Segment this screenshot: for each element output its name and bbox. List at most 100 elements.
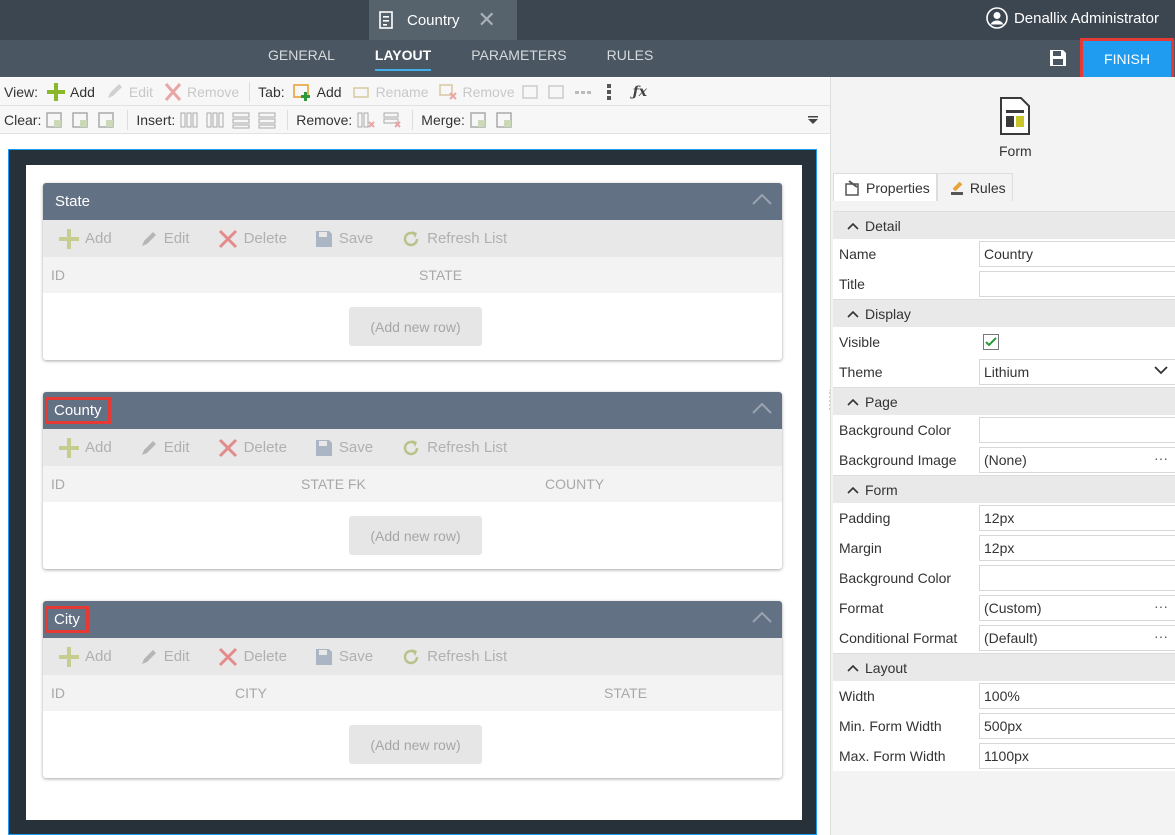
panel-header[interactable]: County [43,392,782,429]
save-button[interactable]: Save [309,230,373,248]
ellipsis-icon[interactable]: ··· [1154,450,1168,466]
section-display[interactable]: Display [833,299,1175,327]
tab-properties[interactable]: Properties [833,173,937,201]
save-button[interactable]: Save [309,648,373,666]
section-layout[interactable]: Layout [833,653,1175,681]
ellipsis-icon[interactable]: ··· [1154,598,1168,614]
clear-cell-icon[interactable] [45,111,65,129]
add-button[interactable]: Add [53,228,112,249]
collapse-icon[interactable] [752,402,772,414]
add-new-row-button[interactable]: (Add new row) [349,725,482,764]
view-panel-state[interactable]: State Add Edit Delete Save Refresh List … [43,183,782,360]
padding-field[interactable]: 12px [979,505,1175,531]
column-header[interactable]: COUNTY [545,476,604,492]
save-button[interactable]: Save [309,439,373,457]
view-remove-button[interactable]: Remove [159,82,239,101]
margin-field[interactable]: 12px [979,535,1175,561]
delete-button[interactable]: Delete [212,647,287,667]
view-panel-city[interactable]: City Add Edit Delete Save Refresh List I… [43,601,782,778]
tab-layout[interactable]: LAYOUT [374,40,432,77]
user-menu[interactable]: Denallix Administrator [980,7,1159,29]
chevron-up-icon [847,310,859,318]
delete-button[interactable]: Delete [212,438,287,458]
page-background-color-field[interactable] [979,417,1175,443]
finish-button[interactable]: FINISH [1080,38,1174,80]
plus-icon [59,228,79,249]
max-form-width-field[interactable]: 1100px [979,743,1175,769]
section-form[interactable]: Form [833,475,1175,503]
title-bar: Country ✕ Denallix Administrator [0,0,1175,40]
clear-table-icon[interactable] [97,111,117,129]
add-new-row-button[interactable]: (Add new row) [349,516,482,555]
name-field[interactable]: Country [979,241,1175,267]
add-new-row-button[interactable]: (Add new row) [349,307,482,346]
close-icon[interactable]: ✕ [478,9,496,31]
view-edit-button[interactable]: Edit [101,83,153,101]
property-label: Background Image [839,452,957,468]
panel-header[interactable]: City [43,601,782,638]
column-header[interactable]: CITY [235,685,267,701]
save-icon[interactable] [1048,48,1068,68]
refresh-list-button[interactable]: Refresh List [395,647,507,667]
background-image-value: (None) [984,452,1027,468]
remove-column-icon[interactable] [356,111,376,129]
tab-parameters[interactable]: PARAMETERS [471,40,566,77]
more-icon[interactable] [573,83,593,101]
insert-row-above-icon[interactable] [231,111,251,129]
view-add-button[interactable]: Add [42,82,95,101]
insert-column-left-icon[interactable] [179,111,199,129]
refresh-list-button[interactable]: Refresh List [395,438,507,458]
section-detail[interactable]: Detail [833,211,1175,239]
move-tab-left-icon[interactable] [521,83,541,101]
remove-row-icon[interactable] [382,111,402,129]
column-header[interactable]: ID [51,267,65,283]
property-label: Min. Form Width [839,718,942,734]
section-page[interactable]: Page [833,387,1175,415]
edit-button[interactable]: Edit [134,439,190,457]
expression-fx-icon[interactable]: ƒx [633,84,647,100]
kebab-icon[interactable] [599,83,619,101]
property-label: Conditional Format [839,630,958,646]
column-header[interactable]: STATE [604,685,647,701]
background-image-field[interactable]: (None) ··· [979,447,1175,473]
move-tab-right-icon[interactable] [547,83,567,101]
width-field[interactable]: 100% [979,683,1175,709]
form-background-color-field[interactable] [979,565,1175,591]
merge-right-icon[interactable] [469,111,489,129]
column-header[interactable]: STATE FK [301,476,366,492]
tab-label: Tab: [258,83,285,100]
refresh-list-button[interactable]: Refresh List [395,229,507,249]
column-header[interactable]: STATE [419,267,462,283]
tab-add-button[interactable]: Add [289,83,342,101]
title-field[interactable] [979,271,1175,297]
edit-button[interactable]: Edit [134,230,190,248]
tab-general[interactable]: GENERAL [268,40,335,77]
add-button[interactable]: Add [53,437,112,458]
merge-down-icon[interactable] [495,111,515,129]
column-header[interactable]: ID [51,476,65,492]
tab-rules-side[interactable]: Rules [936,173,1013,201]
conditional-format-field[interactable]: (Default) ··· [979,625,1175,651]
tab-rules[interactable]: RULES [607,40,654,77]
theme-select[interactable]: Lithium [979,359,1175,385]
tab-remove-button[interactable]: Remove [434,83,515,101]
collapse-icon[interactable] [752,193,772,205]
panel-header[interactable]: State [43,183,782,220]
min-form-width-field[interactable]: 500px [979,713,1175,739]
insert-row-below-icon[interactable] [257,111,277,129]
add-button[interactable]: Add [53,646,112,667]
toolbar-overflow-icon[interactable] [808,115,818,124]
column-header[interactable]: ID [51,685,65,701]
clear-row-icon[interactable] [71,111,91,129]
insert-column-right-icon[interactable] [205,111,225,129]
delete-button[interactable]: Delete [212,229,287,249]
collapse-icon[interactable] [752,611,772,623]
property-row: Background Image (None) ··· [833,445,1175,475]
document-tab[interactable]: Country ✕ [369,0,517,40]
view-panel-county[interactable]: County Add Edit Delete Save Refresh List… [43,392,782,569]
format-field[interactable]: (Custom) ··· [979,595,1175,621]
edit-button[interactable]: Edit [134,648,190,666]
ellipsis-icon[interactable]: ··· [1154,628,1168,644]
visible-checkbox[interactable] [983,334,999,350]
tab-rename-button[interactable]: Rename [348,83,428,101]
